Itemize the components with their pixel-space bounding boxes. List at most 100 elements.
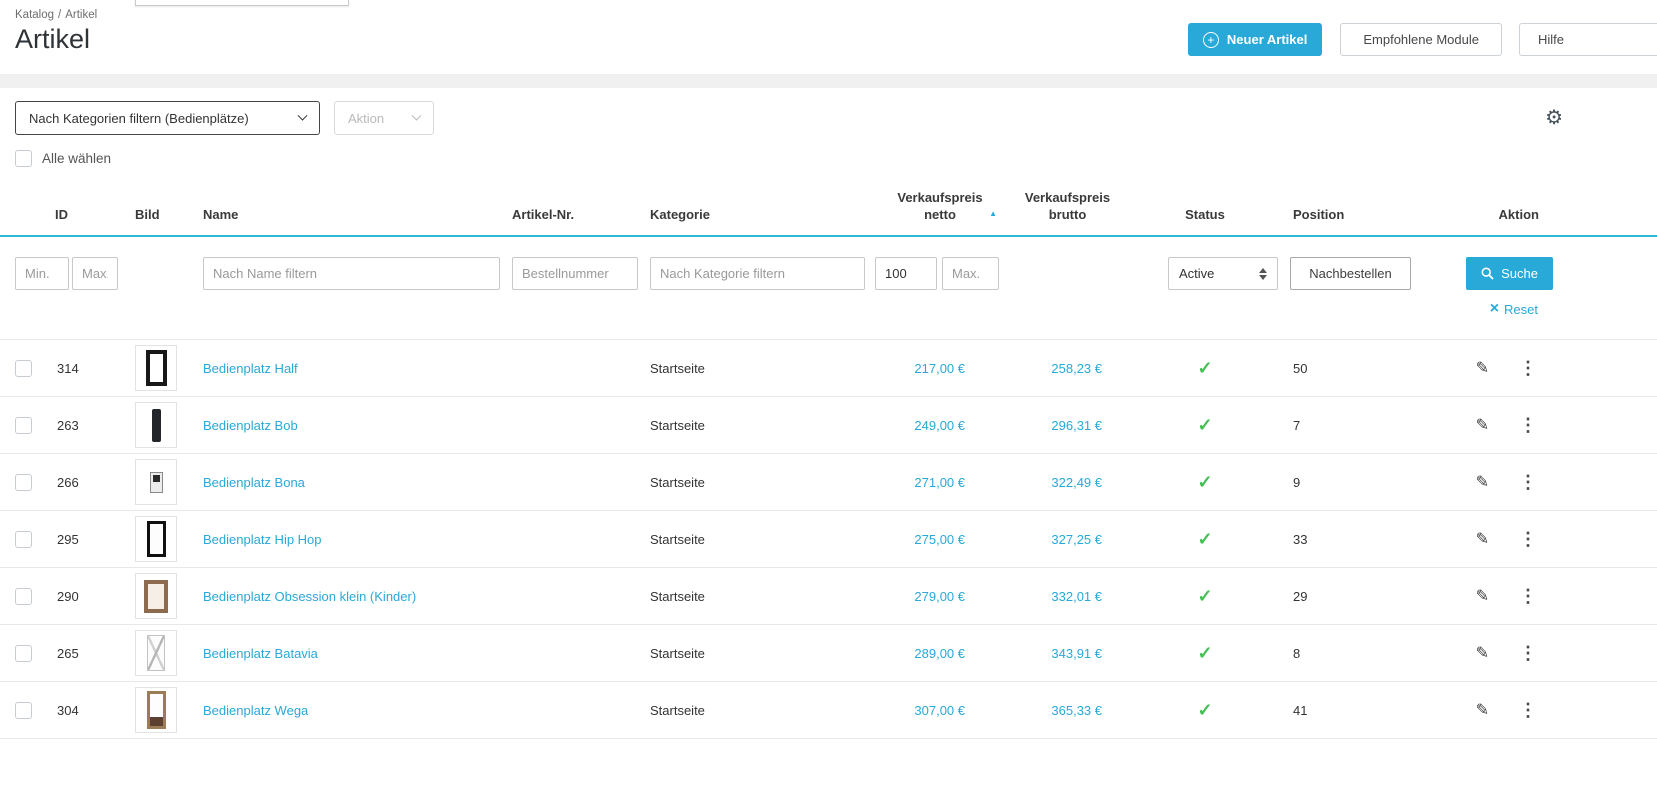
breadcrumb-katalog[interactable]: Katalog — [15, 9, 54, 21]
article-category: Startseite — [650, 702, 705, 718]
page-header: Artikel + Neuer Artikel Empfohlene Modul… — [0, 21, 1657, 56]
table-header-row: ID Bild Name Artikel-Nr. Kategorie Verka… — [0, 179, 1657, 237]
filter-toolbar: Nach Kategorien filtern (Bedienplätze) A… — [0, 88, 1657, 135]
active-check-icon: ✓ — [1197, 357, 1213, 378]
price-gross: 296,31 € — [1051, 417, 1102, 433]
edit-icon[interactable]: ✎ — [1476, 586, 1489, 606]
category-filter-label: Nach Kategorien filtern (Bedienplätze) — [29, 110, 249, 126]
kebab-menu-icon[interactable]: ⋮ — [1519, 700, 1537, 721]
column-header-netto[interactable]: Verkaufspreis netto ▲ — [875, 179, 1005, 235]
price-net: 289,00 € — [914, 645, 965, 661]
article-name-link[interactable]: Bedienplatz Wega — [203, 703, 308, 718]
column-header-name[interactable]: Name — [203, 196, 512, 235]
article-thumbnail — [135, 516, 177, 562]
article-position: 8 — [1293, 645, 1301, 661]
id-min-input[interactable] — [15, 257, 69, 290]
article-name-link[interactable]: Bedienplatz Bona — [203, 475, 305, 490]
select-all-checkbox[interactable] — [15, 150, 32, 167]
help-button[interactable]: Hilfe — [1519, 23, 1657, 56]
edit-icon[interactable]: ✎ — [1476, 472, 1489, 492]
product-image — [149, 471, 163, 493]
table-row: 266 Bedienplatz Bona Startseite 271,00 €… — [0, 454, 1657, 511]
price-gross: 322,49 € — [1051, 474, 1102, 490]
row-checkbox[interactable] — [15, 359, 32, 377]
product-image — [151, 408, 161, 442]
active-check-icon: ✓ — [1197, 414, 1213, 435]
article-name-link[interactable]: Bedienplatz Hip Hop — [203, 532, 322, 547]
article-thumbnail — [135, 459, 177, 505]
article-table-body: 314 Bedienplatz Half Startseite 217,00 €… — [0, 339, 1657, 739]
row-checkbox[interactable] — [15, 644, 32, 662]
article-position: 41 — [1293, 702, 1308, 718]
kebab-menu-icon[interactable]: ⋮ — [1519, 415, 1537, 436]
article-name-link[interactable]: Bedienplatz Half — [203, 361, 298, 376]
row-checkbox[interactable] — [15, 530, 32, 548]
column-header-kategorie[interactable]: Kategorie — [650, 196, 875, 235]
ordernumber-filter-input[interactable] — [512, 257, 638, 290]
active-check-icon: ✓ — [1197, 642, 1213, 663]
new-article-button[interactable]: + Neuer Artikel — [1187, 23, 1323, 56]
article-name-link[interactable]: Bedienplatz Bob — [203, 418, 298, 433]
price-net: 279,00 € — [914, 588, 965, 604]
reset-row: × Reset — [0, 301, 1657, 317]
table-row: 304 Bedienplatz Wega Startseite 307,00 €… — [0, 682, 1657, 739]
breadcrumb-separator: / — [58, 9, 62, 21]
new-article-label: Neuer Artikel — [1226, 32, 1308, 47]
category-filter-input[interactable] — [650, 257, 865, 290]
price-gross: 332,01 € — [1051, 588, 1102, 604]
column-header-artikelnr[interactable]: Artikel-Nr. — [512, 196, 650, 235]
column-header-id[interactable]: ID — [55, 196, 135, 235]
chevron-down-icon — [297, 110, 308, 121]
product-image — [146, 521, 166, 557]
kebab-menu-icon[interactable]: ⋮ — [1519, 529, 1537, 550]
article-name-link[interactable]: Bedienplatz Batavia — [203, 646, 318, 661]
row-checkbox[interactable] — [15, 587, 32, 605]
price-gross: 327,25 € — [1051, 531, 1102, 547]
article-position: 33 — [1293, 531, 1308, 547]
kebab-menu-icon[interactable]: ⋮ — [1519, 586, 1537, 607]
price-max-input[interactable] — [942, 257, 999, 290]
article-id: 304 — [57, 702, 79, 718]
column-header-checkbox — [15, 213, 55, 235]
kebab-menu-icon[interactable]: ⋮ — [1519, 358, 1537, 379]
column-header-bild[interactable]: Bild — [135, 196, 203, 235]
column-header-status[interactable]: Status — [1130, 196, 1280, 235]
edit-icon[interactable]: ✎ — [1476, 415, 1489, 435]
edit-icon[interactable]: ✎ — [1476, 358, 1489, 378]
article-name-link[interactable]: Bedienplatz Obsession klein (Kinder) — [203, 589, 416, 604]
category-filter-dropdown[interactable]: Nach Kategorien filtern (Bedienplätze) — [15, 101, 320, 135]
price-min-input[interactable] — [875, 257, 937, 290]
action-dropdown[interactable]: Aktion — [334, 101, 434, 135]
column-header-aktion: Aktion — [1498, 207, 1539, 222]
id-max-input[interactable] — [72, 257, 118, 290]
column-header-brutto[interactable]: Verkaufspreis brutto — [1005, 179, 1130, 235]
name-filter-input[interactable] — [203, 257, 500, 290]
search-button[interactable]: Suche — [1466, 257, 1553, 290]
reorder-button[interactable]: Nachbestellen — [1290, 257, 1411, 290]
article-thumbnail — [135, 402, 177, 448]
active-check-icon: ✓ — [1197, 699, 1213, 720]
reset-link[interactable]: × Reset — [1490, 301, 1538, 317]
breadcrumb-artikel[interactable]: Artikel — [65, 9, 97, 21]
edit-icon[interactable]: ✎ — [1476, 700, 1489, 720]
edit-icon[interactable]: ✎ — [1476, 643, 1489, 663]
row-checkbox[interactable] — [15, 701, 32, 719]
price-gross: 258,23 € — [1051, 360, 1102, 376]
article-position: 7 — [1293, 417, 1301, 433]
header-buttons: + Neuer Artikel Empfohlene Module Hilfe — [1187, 23, 1657, 56]
row-checkbox[interactable] — [15, 416, 32, 434]
recommended-modules-button[interactable]: Empfohlene Module — [1340, 23, 1502, 56]
row-checkbox[interactable] — [15, 473, 32, 491]
kebab-menu-icon[interactable]: ⋮ — [1519, 643, 1537, 664]
edit-icon[interactable]: ✎ — [1476, 529, 1489, 549]
product-image — [144, 579, 168, 613]
column-header-position[interactable]: Position — [1280, 196, 1410, 235]
article-category: Startseite — [650, 360, 705, 376]
product-image — [145, 350, 167, 386]
plus-circle-icon: + — [1202, 31, 1219, 48]
gear-icon[interactable]: ⚙ — [1545, 108, 1563, 128]
status-select[interactable]: Active — [1168, 257, 1278, 290]
table-row: 263 Bedienplatz Bob Startseite 249,00 € … — [0, 397, 1657, 454]
action-dropdown-label: Aktion — [348, 110, 385, 126]
kebab-menu-icon[interactable]: ⋮ — [1519, 472, 1537, 493]
